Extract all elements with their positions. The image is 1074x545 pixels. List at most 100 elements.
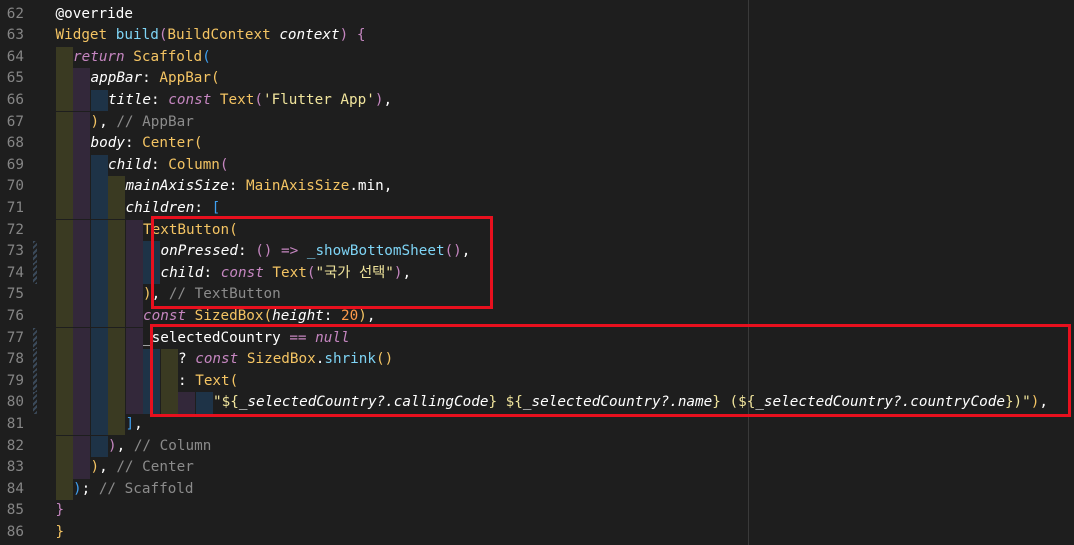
code-token: SizedBox	[194, 307, 264, 324]
line-number: 66	[6, 91, 24, 108]
code-line-68[interactable]: 68 body: Center(	[0, 133, 1074, 155]
indent-guide	[55, 327, 73, 350]
indent-guide	[125, 284, 143, 306]
code-token: (	[263, 307, 273, 324]
indent-guide	[125, 262, 143, 285]
code-token: // AppBar	[116, 113, 194, 130]
code-token: :	[124, 135, 143, 152]
indent-guide	[73, 197, 90, 220]
line-number: 84	[6, 480, 24, 497]
git-change-marker	[33, 241, 37, 263]
indent-guide	[90, 89, 108, 112]
code-text: title: const Text('Flutter App'),	[108, 90, 392, 112]
code-text: Widget build(BuildContext context) {	[56, 25, 366, 47]
code-token: height	[272, 307, 324, 324]
line-number: 75	[6, 286, 24, 303]
code-line-81[interactable]: 81],	[0, 413, 1074, 436]
code-token: AppBar	[159, 70, 212, 87]
indent-guide	[108, 262, 125, 285]
code-token: 'Flutter App'	[262, 91, 375, 108]
code-line-64[interactable]: 64 return Scaffold(	[0, 46, 1074, 69]
code-line-85[interactable]: 85}	[0, 500, 1074, 522]
code-line-84[interactable]: 84 ); // Scaffold	[0, 478, 1074, 501]
code-text: ), // Column	[108, 436, 211, 458]
code-line-70[interactable]: 70 mainAxisSize: MainAxisSize.min,	[0, 176, 1074, 198]
code-token: const	[143, 307, 195, 324]
indent-guide	[73, 327, 90, 350]
line-number: 73	[6, 243, 24, 260]
indent-guide	[73, 241, 90, 263]
indent-guide	[108, 370, 125, 393]
code-line-63[interactable]: 63 Widget build(BuildContext context) {	[0, 25, 1074, 47]
code-token: ,	[383, 91, 393, 108]
code-token: :	[151, 156, 169, 173]
indent-guide	[73, 413, 90, 436]
code-text: ); // Scaffold	[73, 479, 194, 501]
code-token: )	[339, 27, 357, 44]
code-token: Text	[219, 91, 255, 108]
code-line-67[interactable]: 67), // AppBar	[0, 111, 1074, 134]
code-token: )	[90, 113, 100, 130]
indent-guide	[108, 413, 125, 436]
code-token: Widget	[55, 27, 116, 44]
indent-guide	[73, 176, 90, 198]
indent-guide	[55, 435, 73, 458]
indent-guide	[108, 305, 125, 328]
code-token: context	[279, 27, 340, 44]
indent-guide	[108, 241, 125, 263]
code-token: @override	[55, 5, 133, 22]
indent-guide	[73, 68, 90, 90]
indent-guide	[55, 241, 73, 263]
code-token: ,	[366, 307, 376, 324]
line-number: 86	[6, 523, 24, 540]
indent-guide	[108, 176, 125, 198]
code-token: (	[254, 91, 263, 108]
line-number: 63	[6, 27, 24, 44]
indent-guide	[55, 413, 73, 436]
line-number: 71	[6, 199, 24, 216]
code-text: @override	[56, 4, 133, 26]
code-token: )	[73, 480, 82, 497]
code-token: ,	[116, 437, 134, 454]
indent-guide	[125, 219, 143, 242]
code-token: [	[211, 199, 221, 216]
indent-guide	[55, 133, 73, 155]
code-token: :	[323, 307, 342, 324]
code-text: appBar: AppBar(	[91, 68, 220, 90]
code-token: )	[358, 307, 367, 324]
code-line-65[interactable]: 65 appBar: AppBar(	[0, 68, 1074, 90]
code-line-62[interactable]: 62 @override	[0, 4, 1074, 26]
code-line-69[interactable]: 69 child: Column(	[0, 154, 1074, 177]
code-line-83[interactable]: 83), // Center	[0, 457, 1074, 479]
indent-guide	[90, 370, 108, 393]
indent-guide	[55, 262, 73, 285]
code-line-66[interactable]: 66 title: const Text('Flutter App'),	[0, 89, 1074, 112]
code-token: }	[55, 523, 65, 540]
indent-guide	[55, 219, 73, 242]
indent-guide	[125, 370, 143, 393]
code-token: (	[211, 70, 220, 87]
code-token: mainAxisSize	[125, 178, 229, 195]
indent-guide	[55, 111, 73, 134]
code-line-82[interactable]: 82), // Column	[0, 435, 1074, 458]
code-token: ;	[81, 480, 99, 497]
indent-guide	[55, 68, 73, 90]
code-token: 20	[341, 307, 359, 324]
code-token: }	[55, 502, 65, 519]
indent-guide	[90, 241, 108, 263]
code-token: ,	[134, 415, 143, 432]
indent-guide	[73, 392, 90, 414]
indent-guide	[108, 392, 125, 414]
line-number: 78	[6, 351, 24, 368]
indent-guide	[73, 284, 90, 306]
indent-guide	[90, 284, 108, 306]
code-text: }	[56, 522, 65, 544]
indent-guide	[125, 349, 143, 371]
code-line-86[interactable]: 86}	[0, 522, 1074, 544]
indent-guide	[55, 370, 73, 393]
indent-guide	[90, 413, 108, 436]
code-editor[interactable]: 62 @override 63 Widget build(BuildContext c…	[0, 0, 1074, 545]
indent-guide	[125, 305, 143, 328]
git-change-marker	[33, 370, 37, 393]
indent-guide	[55, 284, 73, 306]
